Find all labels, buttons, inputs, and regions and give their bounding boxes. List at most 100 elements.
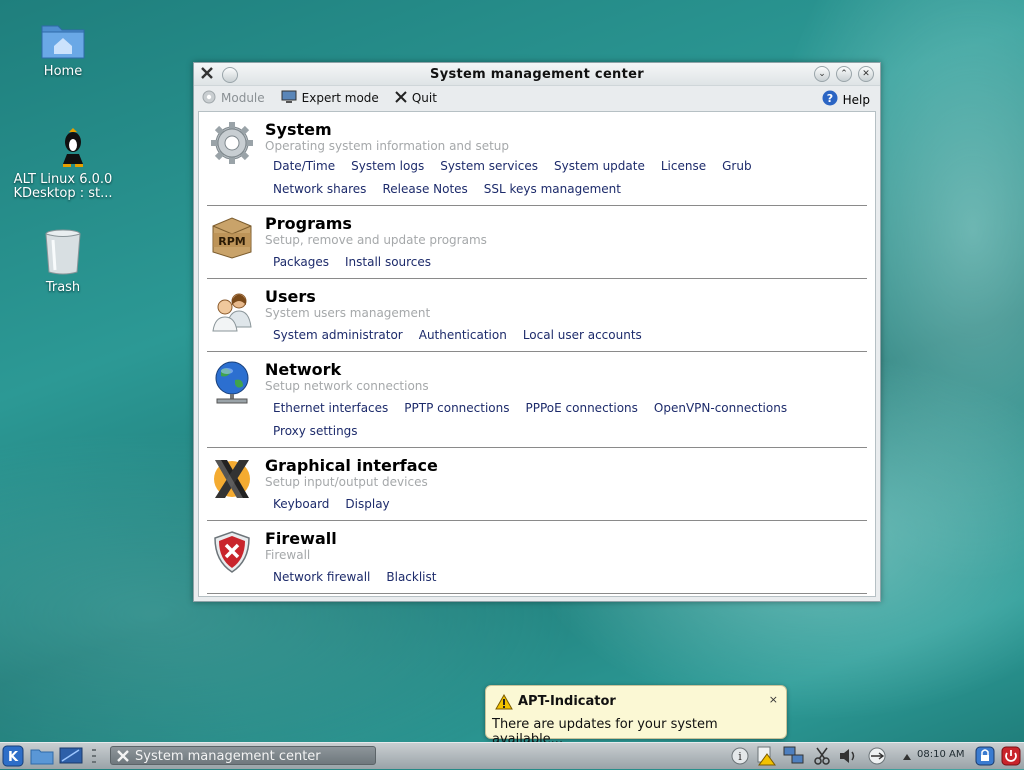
link-system-services[interactable]: System services <box>440 155 538 178</box>
link-grub[interactable]: Grub <box>722 155 751 178</box>
quit-button[interactable]: Quit <box>395 90 437 106</box>
link-keyboard[interactable]: Keyboard <box>273 493 329 516</box>
link-local-user-accounts[interactable]: Local user accounts <box>523 324 642 347</box>
link-install-sources[interactable]: Install sources <box>345 251 431 274</box>
show-desktop-icon[interactable] <box>59 747 83 768</box>
link-display[interactable]: Display <box>345 493 389 516</box>
link-pppoe-connections[interactable]: PPPoE connections <box>526 397 638 420</box>
section-description: Setup network connections <box>265 379 429 393</box>
svg-text:?: ? <box>826 92 832 105</box>
window-title: System management center <box>430 67 644 82</box>
link-openvpn-connections[interactable]: OpenVPN-connections <box>654 397 787 420</box>
module-icon <box>202 90 216 107</box>
close-icon[interactable]: ✕ <box>858 66 874 82</box>
logout-power-icon[interactable] <box>1001 746 1021 769</box>
rpm-text: RPM <box>218 235 245 248</box>
link-release-notes[interactable]: Release Notes <box>382 178 467 201</box>
section-network: Network Setup network connections Ethern… <box>207 352 867 448</box>
section-programs: RPM Programs Setup, remove and update pr… <box>207 206 867 279</box>
module-label: Module <box>221 91 265 105</box>
link-authentication[interactable]: Authentication <box>419 324 507 347</box>
apt-indicator-notification[interactable]: APT-Indicator × There are updates for yo… <box>485 685 787 747</box>
clock[interactable]: 08:10 AM <box>917 749 964 760</box>
section-title: System <box>265 120 332 139</box>
section-description: Operating system information and setup <box>265 139 510 153</box>
tray-expand-icon[interactable] <box>902 750 912 764</box>
module-button[interactable]: Module <box>202 90 265 107</box>
section-firewall: Firewall Firewall Network firewall Black… <box>207 521 867 594</box>
link-ssl-keys-management[interactable]: SSL keys management <box>484 178 621 201</box>
expert-mode-label: Expert mode <box>301 91 379 105</box>
window-toolbar: Module Expert mode Quit ? Help <box>194 86 880 110</box>
expert-mode-button[interactable]: Expert mode <box>281 90 379 107</box>
quit-icon <box>395 90 407 106</box>
notification-close-icon[interactable]: × <box>769 693 778 706</box>
help-button[interactable]: ? Help <box>822 90 870 109</box>
desktop-icon-altlinux[interactable]: ALT Linux 6.0.0 KDesktop : st... <box>13 128 113 201</box>
task-label: System management center <box>135 749 321 764</box>
link-blacklist[interactable]: Blacklist <box>386 566 436 589</box>
link-ethernet-interfaces[interactable]: Ethernet interfaces <box>273 397 388 420</box>
taskbar-task-system-management[interactable]: System management center <box>110 746 376 765</box>
network-tray-icon[interactable] <box>783 746 805 769</box>
taskbar-handle-icon[interactable] <box>90 747 98 768</box>
link-system-administrator[interactable]: System administrator <box>273 324 403 347</box>
window-titlebar[interactable]: System management center ⌄ ⌃ ✕ <box>194 63 880 86</box>
section-description: Firewall <box>265 548 311 562</box>
section-description: Setup input/output devices <box>265 475 428 489</box>
system-management-window: System management center ⌄ ⌃ ✕ Module Ex… <box>193 62 881 602</box>
info-icon[interactable]: i <box>731 747 749 768</box>
home-launcher-icon[interactable] <box>30 747 54 768</box>
home-folder-icon <box>40 20 86 60</box>
desktop-icon-sublabel: KDesktop : st... <box>13 186 113 201</box>
section-title: Graphical interface <box>265 456 438 475</box>
help-icon: ? <box>822 90 838 109</box>
desktop-icon-label: ALT Linux 6.0.0 <box>13 172 113 187</box>
desktop-icon-trash[interactable]: Trash <box>13 228 113 295</box>
globe-network-icon <box>209 360 255 406</box>
link-system-logs[interactable]: System logs <box>351 155 424 178</box>
link-pptp-connections[interactable]: PPTP connections <box>404 397 509 420</box>
section-title: Firewall <box>265 529 337 548</box>
svg-text:i: i <box>738 750 742 763</box>
rpm-package-icon: RPM <box>209 214 255 260</box>
link-license[interactable]: License <box>661 155 706 178</box>
svg-text:K: K <box>8 750 19 765</box>
apt-indicator-tray-icon[interactable] <box>756 746 776 769</box>
shield-icon <box>209 529 255 575</box>
link-network-firewall[interactable]: Network firewall <box>273 566 370 589</box>
users-icon <box>209 287 255 333</box>
help-label: Help <box>842 92 870 107</box>
section-description: Setup, remove and update programs <box>265 233 487 247</box>
taskbar: K System management center i 08:10 AM <box>0 742 1024 769</box>
minimize-icon[interactable]: ⌄ <box>814 66 830 82</box>
scissors-icon[interactable] <box>813 747 831 768</box>
desktop-icon-label: Home <box>43 64 83 79</box>
lock-screen-icon[interactable] <box>975 746 995 769</box>
link-date-time[interactable]: Date/Time <box>273 155 335 178</box>
link-system-update[interactable]: System update <box>554 155 645 178</box>
desktop-icon-label: Trash <box>45 280 81 295</box>
task-app-icon <box>116 749 130 769</box>
altlinux-logo-icon <box>37 128 89 170</box>
kde-menu-icon[interactable]: K <box>2 745 24 770</box>
section-graphical-interface: Graphical interface Setup input/output d… <box>207 448 867 521</box>
section-title: Users <box>265 287 316 306</box>
module-list: System Operating system information and … <box>198 111 876 597</box>
monitor-icon <box>281 90 297 107</box>
gear-icon <box>209 120 255 166</box>
usb-icon[interactable] <box>866 747 888 768</box>
trash-icon <box>43 228 83 276</box>
link-packages[interactable]: Packages <box>273 251 329 274</box>
desktop-icon-home[interactable]: Home <box>13 20 113 79</box>
maximize-icon[interactable]: ⌃ <box>836 66 852 82</box>
quit-label: Quit <box>411 91 437 105</box>
notification-title: APT-Indicator <box>518 694 616 709</box>
section-users: Users System users management System adm… <box>207 279 867 352</box>
warning-icon <box>495 693 513 713</box>
section-description: System users management <box>265 306 431 320</box>
volume-icon[interactable] <box>838 747 858 768</box>
link-proxy-settings[interactable]: Proxy settings <box>273 420 358 443</box>
link-network-shares[interactable]: Network shares <box>273 178 366 201</box>
section-title: Network <box>265 360 342 379</box>
